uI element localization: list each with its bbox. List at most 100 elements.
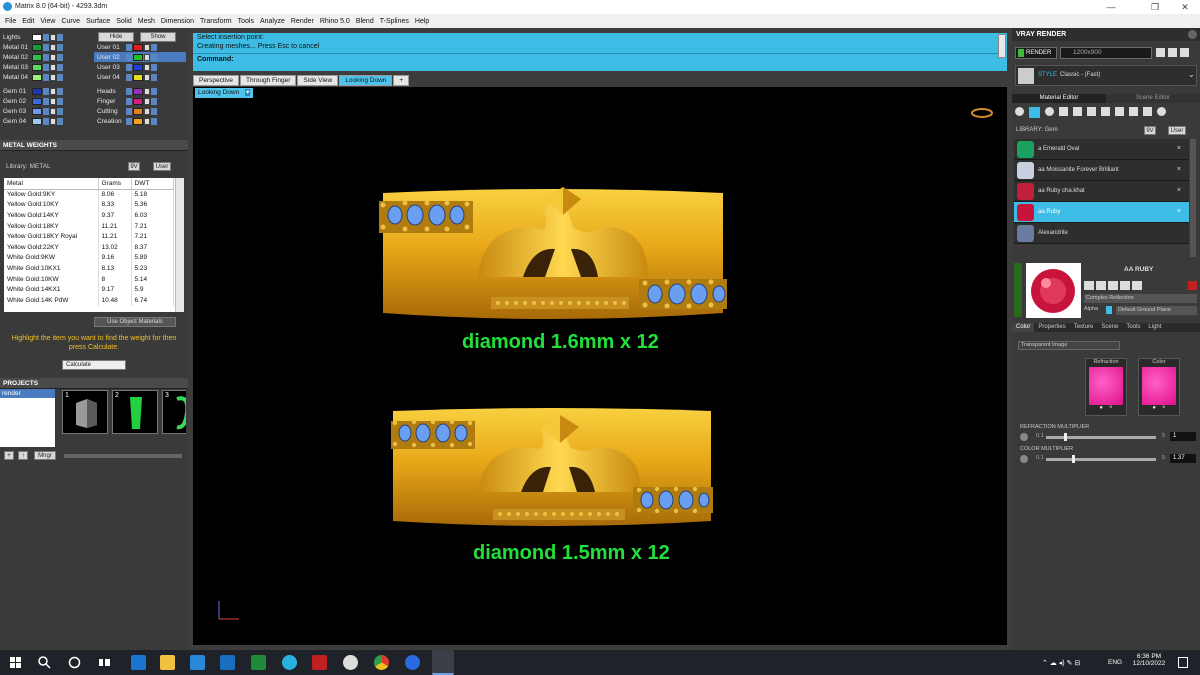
hide-button[interactable]: Hide [98,32,134,42]
menu-analyze[interactable]: Analyze [257,18,288,25]
remove-icon[interactable]: × [1109,405,1113,411]
tray-icons[interactable]: ⌃ ☁ ◂) ✎ ⊟ [1042,659,1080,667]
store-icon[interactable] [190,655,205,670]
menu-dimension[interactable]: Dimension [158,18,197,25]
layer-lock-icon[interactable] [144,107,150,115]
tool-icon[interactable] [1129,107,1138,116]
windows-start-icon[interactable] [10,657,22,669]
render-button[interactable]: RENDER [1015,47,1057,59]
drop-icon[interactable] [1015,107,1024,116]
layer-color[interactable] [133,107,143,115]
metal-weights-table[interactable]: Metal Grams DWT Yellow Gold:9KY 8.06 5.18 … [4,178,184,312]
layer-toggle[interactable] [43,87,49,95]
close-button[interactable]: ✕ [1170,1,1200,13]
layer-toggle[interactable] [126,53,132,61]
tab-color[interactable]: Color [1012,323,1035,332]
layer-row[interactable]: Gem 04 [0,116,92,126]
command-scrollbar[interactable] [998,34,1006,58]
layer-row[interactable]: Creation [94,116,186,126]
library-user-button[interactable]: User [1168,126,1186,135]
tool-icon[interactable] [1059,107,1068,116]
layer-toggle[interactable] [43,63,49,71]
refraction-multiplier-value[interactable]: 1 [1170,432,1196,441]
layer-row[interactable]: User 03 [94,62,186,72]
list-item[interactable]: aa Moissanite Forever Brilliant × [1014,160,1189,181]
layer-toggle[interactable] [43,33,49,41]
layer-row[interactable]: Metal 04 [0,72,92,82]
maximize-button[interactable]: ❐ [1140,1,1170,13]
library-9v-button[interactable]: 9V [128,162,140,171]
menu-tools[interactable]: Tools [235,18,257,25]
tab-looking-down[interactable]: Looking Down [339,75,393,86]
layer-toggle[interactable] [151,107,157,115]
notification-icon[interactable] [1178,657,1188,668]
layer-color[interactable] [32,33,42,41]
layer-lock-icon[interactable] [50,97,56,105]
resolution-field[interactable]: 1200x900 [1060,47,1152,59]
menu-render[interactable]: Render [288,18,317,25]
project-scrollbar[interactable] [64,454,182,458]
table-row[interactable]: White Gold:10KX1 8.13 5.23 [4,263,174,274]
style-select[interactable]: STYLE Classic - (Fast) ⌄ [1015,65,1197,86]
layer-toggle[interactable] [43,117,49,125]
prev-icon[interactable] [1156,48,1165,57]
color-slot[interactable]: Color ● × [1138,358,1180,416]
layer-toggle[interactable] [151,43,157,51]
tab-perspective[interactable]: Perspective [193,75,239,86]
gear-icon[interactable] [1020,433,1028,441]
layer-lock-icon[interactable] [50,53,56,61]
layer-lock-icon[interactable] [144,73,150,81]
layer-toggle[interactable] [57,107,63,115]
color-slider[interactable] [1046,458,1156,461]
layer-toggle[interactable] [126,73,132,81]
layer-row[interactable]: User 01 [94,42,186,52]
clock[interactable]: 6:36 PM 12/10/2022 [1130,653,1168,667]
layer-toggle[interactable] [57,63,63,71]
layer-toggle[interactable] [151,63,157,71]
view-dropdown[interactable]: Looking Down ▾ [195,88,254,98]
layer-row[interactable]: Gem 02 [0,96,92,106]
table-row[interactable]: White Gold:9KW 9.16 5.89 [4,252,174,264]
menu-view[interactable]: View [37,18,58,25]
layer-color[interactable] [32,63,42,71]
layer-toggle[interactable] [126,43,132,51]
layer-toggle[interactable] [151,117,157,125]
layer-lock-icon[interactable] [50,43,56,51]
list-item[interactable]: Alexandrite [1014,223,1189,244]
layer-color[interactable] [133,97,143,105]
command-prompt[interactable]: Command: [193,53,1007,65]
cortana-icon[interactable] [68,656,81,669]
layer-color[interactable] [133,73,143,81]
tab-scene[interactable]: Scene [1097,323,1122,332]
tab-material-editor[interactable]: Material Editor [1012,94,1106,103]
menu-file[interactable]: File [2,18,19,25]
ground-plane-select[interactable]: Default Ground Plane [1116,306,1197,315]
material-list[interactable]: a Emerald Oval × aa Moissanite Forever Br… [1014,139,1189,257]
slider-handle[interactable] [1072,455,1075,463]
next-icon[interactable] [1168,48,1177,57]
column-header[interactable]: Metal [4,178,99,190]
layer-toggle[interactable] [126,117,132,125]
layer-row[interactable]: Gem 03 [0,106,92,116]
layer-lock-icon[interactable] [144,117,150,125]
layer-lock-icon[interactable] [50,117,56,125]
layer-color[interactable] [133,43,143,51]
refresh-icon[interactable] [1188,281,1197,290]
remove-icon[interactable]: × [1177,208,1181,215]
layer-lock-icon[interactable] [50,33,56,41]
column-header[interactable]: DWT [131,178,174,190]
layer-toggle[interactable] [126,87,132,95]
layer-row[interactable]: Metal 01 [0,42,92,52]
layer-row[interactable]: User 02 [94,52,186,62]
table-row[interactable]: Yellow Gold:10KY 8.33 5.36 [4,199,174,211]
viewport[interactable]: diamond 1.6mm x 12 diamond 1.5mm x 12 [193,87,1007,645]
gem-icon[interactable] [1029,107,1040,118]
layer-toggle[interactable] [151,97,157,105]
layer-lock-icon[interactable] [50,107,56,115]
layer-row[interactable]: User 04 [94,72,186,82]
search-icon[interactable] [38,656,51,669]
dot-icon[interactable]: ● [1152,405,1156,411]
matrix-taskbar-icon[interactable] [432,650,454,675]
table-row[interactable]: White Gold:10KW 8 5.14 [4,273,174,285]
menu-mesh[interactable]: Mesh [135,18,158,25]
